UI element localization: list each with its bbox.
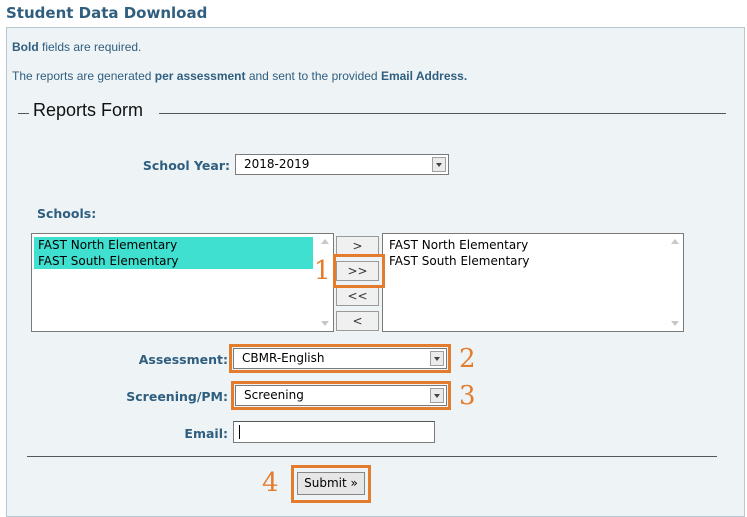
scroll-down-icon[interactable] (321, 321, 329, 326)
callout-box-2 (229, 344, 451, 373)
reports-note: The reports are generated per assessment… (12, 69, 467, 83)
scroll-up-icon[interactable] (671, 239, 679, 244)
screening-label: Screening/PM: (126, 389, 228, 404)
reports-note-bold-assessment: per assessment (154, 69, 246, 83)
required-note: Bold fields are required. (12, 40, 141, 54)
add-school-button[interactable]: > (336, 236, 379, 256)
fieldset-border-left (18, 113, 29, 114)
callout-number-2: 2 (459, 344, 476, 374)
email-field[interactable] (233, 421, 435, 443)
remove-all-schools-button[interactable]: << (336, 286, 379, 306)
selected-schools-list[interactable]: FAST North Elementary FAST South Element… (382, 233, 684, 332)
fieldset-legend: Reports Form (33, 100, 144, 120)
available-schools-list[interactable]: FAST North Elementary FAST South Element… (31, 233, 334, 332)
callout-number-4: 4 (262, 468, 279, 498)
text-caret (239, 425, 240, 439)
scrollbar[interactable] (667, 234, 683, 331)
email-label: Email: (184, 426, 228, 441)
school-year-select[interactable]: 2018-2019 (235, 154, 449, 175)
required-note-text: fields are required. (38, 40, 142, 54)
scroll-up-icon[interactable] (321, 239, 329, 244)
chevron-down-icon[interactable] (432, 157, 446, 172)
fieldset-border-right (159, 113, 726, 114)
reports-note-text-mid: and sent to the provided (245, 69, 381, 83)
scroll-down-icon[interactable] (671, 321, 679, 326)
list-item[interactable]: FAST South Elementary (34, 253, 313, 269)
callout-number-1: 1 (314, 256, 331, 286)
school-year-value: 2018-2019 (244, 157, 310, 171)
school-year-label: School Year: (142, 158, 230, 173)
page-title: Student Data Download (6, 4, 208, 22)
callout-box-3 (231, 381, 451, 410)
reports-note-bold-email: Email Address. (380, 69, 468, 83)
callout-number-3: 3 (459, 381, 476, 411)
callout-box-1 (333, 254, 385, 288)
reports-note-text: The reports are generated (12, 69, 155, 83)
list-item[interactable]: FAST North Elementary (34, 237, 313, 253)
schools-label: Schools: (37, 206, 97, 221)
remove-school-button[interactable]: < (336, 311, 379, 331)
submit-button[interactable]: Submit » (297, 472, 365, 495)
form-divider (27, 456, 717, 457)
list-item[interactable]: FAST South Elementary (385, 253, 663, 269)
assessment-label: Assessment: (138, 352, 228, 367)
list-item[interactable]: FAST North Elementary (385, 237, 663, 253)
required-note-bold: Bold (12, 40, 39, 54)
